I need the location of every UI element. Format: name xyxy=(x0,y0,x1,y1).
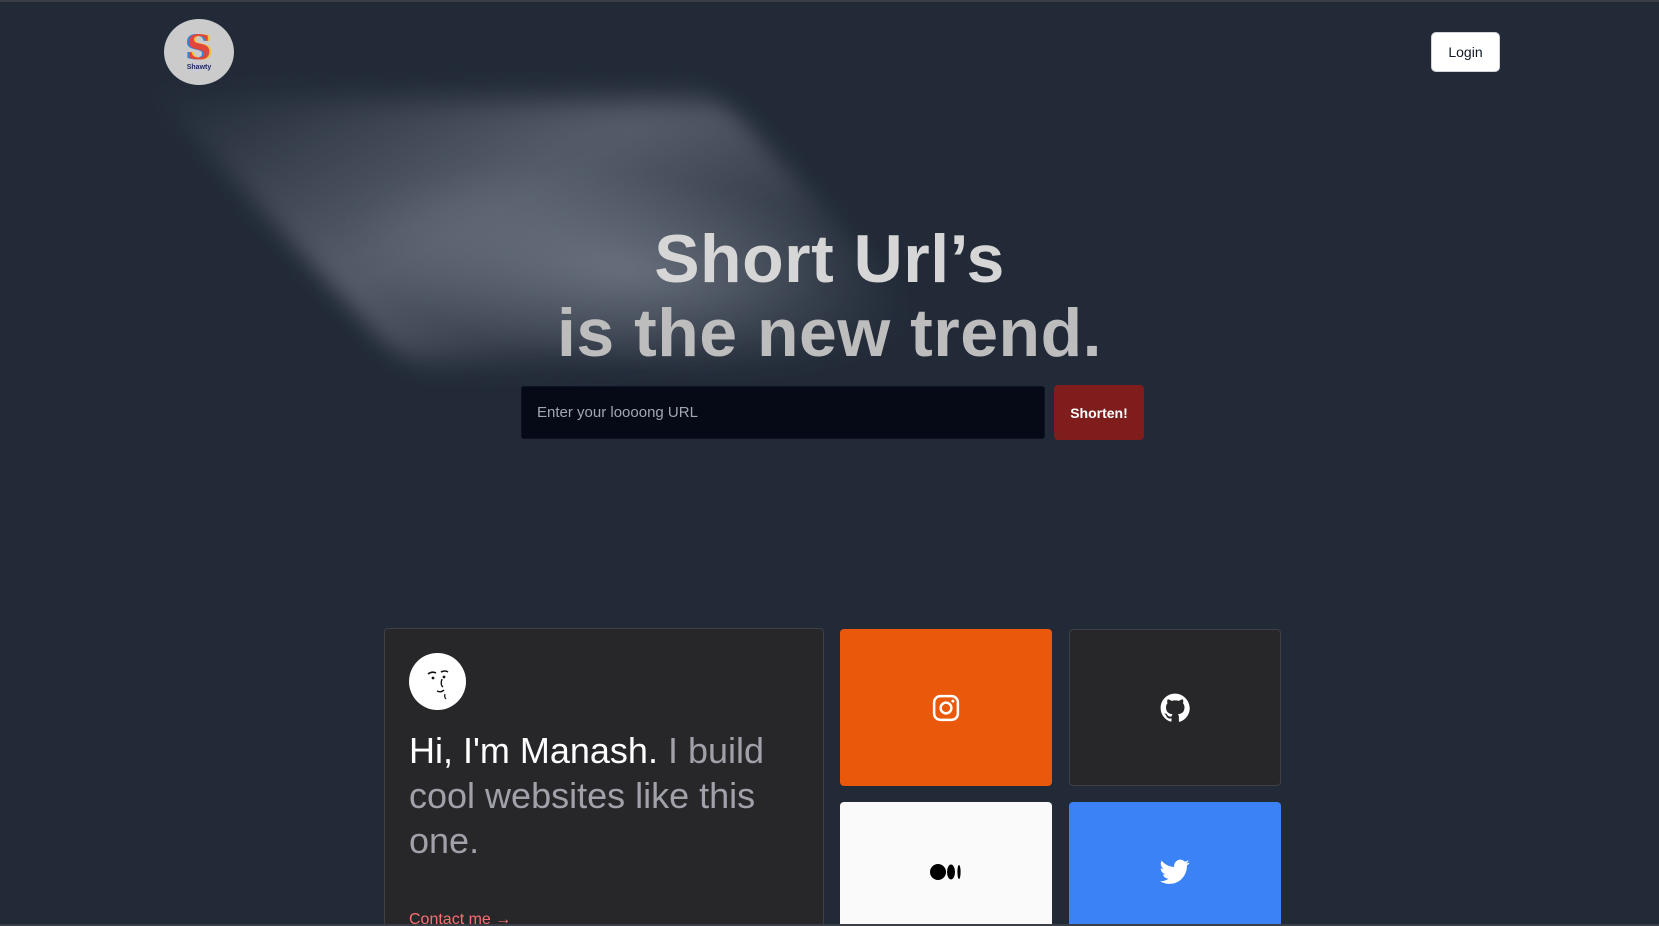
github-tile[interactable] xyxy=(1069,629,1281,786)
about-card: Hi, I'm Manash. I build cool websites li… xyxy=(384,628,824,926)
github-icon xyxy=(1160,693,1190,722)
logo-text: Shawty xyxy=(186,64,212,71)
site-logo[interactable]: S Shawty xyxy=(164,19,234,85)
url-input[interactable] xyxy=(521,386,1045,439)
logo-s-mark: S xyxy=(186,28,212,68)
medium-tile[interactable] xyxy=(840,802,1052,926)
medium-icon xyxy=(930,864,961,880)
twitter-tile[interactable] xyxy=(1069,802,1281,926)
about-name: Hi, I'm Manash. xyxy=(409,730,658,771)
hero-title: Short Url’s is the new trend. xyxy=(0,222,1659,370)
shorten-button[interactable]: Shorten! xyxy=(1054,385,1144,440)
instagram-tile[interactable] xyxy=(840,629,1052,786)
hero-title-line1: Short Url’s xyxy=(654,221,1005,297)
twitter-icon xyxy=(1160,859,1190,884)
page: S Shawty Login Short Url’s is the new tr… xyxy=(0,0,1659,926)
instagram-icon xyxy=(932,694,960,721)
avatar xyxy=(409,653,466,710)
about-text: Hi, I'm Manash. I build cool websites li… xyxy=(409,728,799,863)
face-icon xyxy=(427,669,448,699)
hero-title-line2: is the new trend. xyxy=(556,295,1103,371)
login-button[interactable]: Login xyxy=(1431,32,1500,72)
